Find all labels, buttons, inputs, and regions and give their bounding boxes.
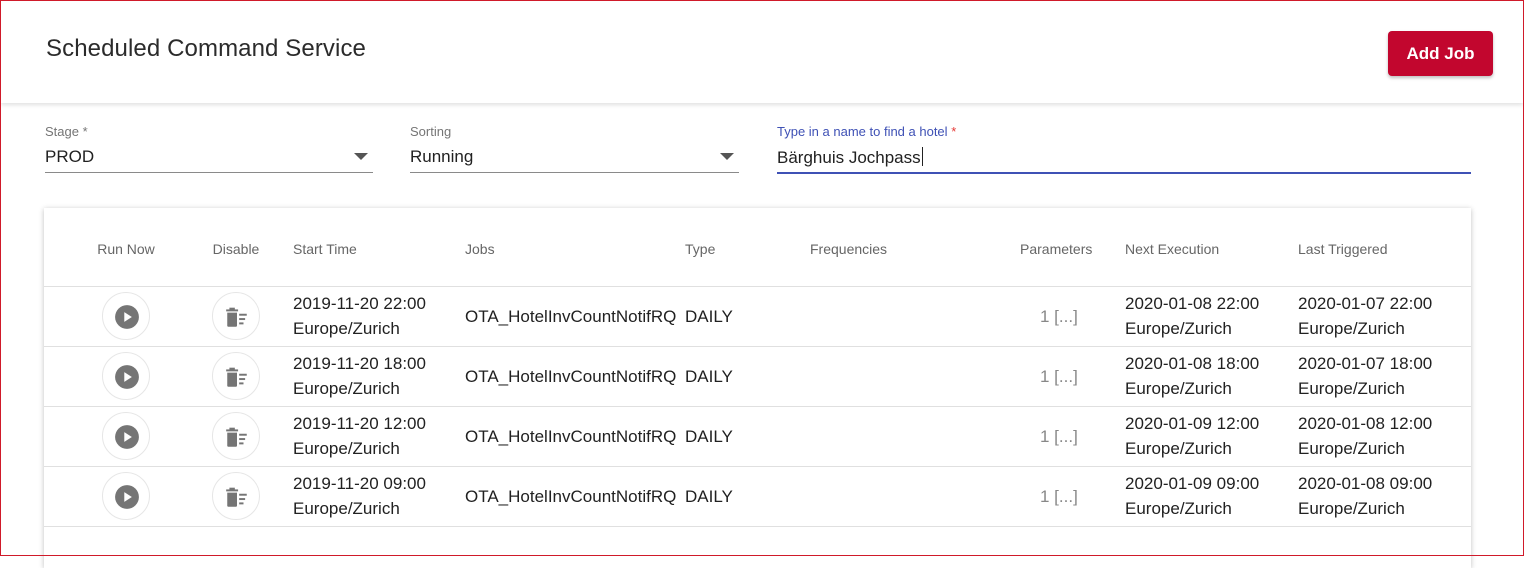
disable-button[interactable] (212, 412, 260, 460)
table-row: 2019-11-20 12:00 Europe/Zurich OTA_Hotel… (44, 406, 1471, 467)
delete-sweep-icon (226, 487, 247, 507)
table-row: 2019-11-20 09:00 Europe/Zurich OTA_Hotel… (44, 466, 1471, 527)
parameters-cell[interactable]: 1 [...] (1040, 364, 1078, 389)
header-last-triggered: Last Triggered (1298, 241, 1388, 257)
next-execution-date: 2020-01-09 12:00 (1125, 414, 1260, 433)
job-type-cell: DAILY (685, 367, 733, 386)
next-execution-cell: 2020-01-08 22:00 Europe/Zurich (1125, 291, 1259, 341)
last-triggered-cell: 2020-01-07 22:00 Europe/Zurich (1298, 291, 1432, 341)
start-time-date: 2019-11-20 22:00 (293, 294, 426, 313)
header-start-time: Start Time (293, 241, 357, 257)
delete-sweep-icon (226, 427, 247, 447)
disable-button[interactable] (212, 292, 260, 340)
jobs-table: Run Now Disable Start Time Jobs Type Fre… (44, 208, 1471, 568)
header-parameters: Parameters (1020, 241, 1093, 257)
last-triggered-date: 2020-01-07 18:00 (1298, 354, 1433, 373)
table-row: 2019-11-20 22:00 Europe/Zurich OTA_Hotel… (44, 286, 1471, 347)
page-title: Scheduled Command Service (46, 35, 366, 62)
hotel-search-input[interactable]: Bärghuis Jochpass (777, 147, 923, 168)
start-time-date: 2019-11-20 18:00 (293, 354, 426, 373)
parameters-cell[interactable]: 1 [...] (1040, 304, 1078, 329)
start-time-date: 2019-11-20 12:00 (293, 414, 426, 433)
header-type: Type (685, 241, 716, 257)
hotel-search-value: Bärghuis Jochpass (777, 148, 921, 167)
hotel-search-underline (777, 172, 1471, 174)
delete-sweep-icon (226, 307, 247, 327)
start-time-zone: Europe/Zurich (293, 319, 400, 338)
required-mark: * (951, 124, 957, 139)
play-circle-icon (115, 425, 139, 449)
hotel-search-label-text: Type in a name to find a hotel (777, 124, 948, 139)
job-type-cell: DAILY (685, 487, 733, 506)
start-time-cell: 2019-11-20 09:00 Europe/Zurich (293, 471, 426, 521)
table-row: 2019-11-20 18:00 Europe/Zurich OTA_Hotel… (44, 346, 1471, 407)
start-time-zone: Europe/Zurich (293, 499, 400, 518)
start-time-cell: 2019-11-20 18:00 Europe/Zurich (293, 351, 426, 401)
next-execution-zone: Europe/Zurich (1125, 499, 1232, 518)
stage-value: PROD (45, 147, 95, 166)
parameters-cell[interactable]: 1 [...] (1040, 424, 1078, 449)
sorting-value: Running (410, 147, 474, 166)
last-triggered-date: 2020-01-08 09:00 (1298, 474, 1433, 493)
start-time-cell: 2019-11-20 12:00 Europe/Zurich (293, 411, 426, 461)
last-triggered-zone: Europe/Zurich (1298, 439, 1405, 458)
next-execution-date: 2020-01-09 09:00 (1125, 474, 1260, 493)
disable-button[interactable] (212, 352, 260, 400)
add-job-button[interactable]: Add Job (1388, 31, 1493, 76)
job-name-cell: OTA_HotelInvCountNotifRQ (465, 367, 677, 386)
job-name-cell: OTA_HotelInvCountNotifRQ (465, 307, 677, 326)
start-time-date: 2019-11-20 09:00 (293, 474, 426, 493)
next-execution-cell: 2020-01-09 12:00 Europe/Zurich (1125, 411, 1259, 461)
table-divider (44, 526, 1471, 527)
hotel-search-label: Type in a name to find a hotel * (777, 124, 956, 139)
play-circle-icon (115, 365, 139, 389)
header-run-now: Run Now (97, 241, 155, 257)
stage-label: Stage * (45, 124, 88, 139)
last-triggered-zone: Europe/Zurich (1298, 319, 1405, 338)
header-jobs: Jobs (465, 241, 495, 257)
run-now-button[interactable] (102, 352, 150, 400)
start-time-zone: Europe/Zurich (293, 379, 400, 398)
next-execution-zone: Europe/Zurich (1125, 319, 1232, 338)
last-triggered-zone: Europe/Zurich (1298, 379, 1405, 398)
next-execution-cell: 2020-01-09 09:00 Europe/Zurich (1125, 471, 1259, 521)
last-triggered-date: 2020-01-07 22:00 (1298, 294, 1433, 313)
next-execution-zone: Europe/Zurich (1125, 439, 1232, 458)
start-time-zone: Europe/Zurich (293, 439, 400, 458)
text-cursor (921, 147, 923, 166)
last-triggered-cell: 2020-01-08 09:00 Europe/Zurich (1298, 471, 1432, 521)
next-execution-date: 2020-01-08 18:00 (1125, 354, 1260, 373)
header-disable: Disable (212, 241, 260, 257)
job-name-cell: OTA_HotelInvCountNotifRQ (465, 487, 677, 506)
run-now-button[interactable] (102, 472, 150, 520)
app-toolbar: Scheduled Command Service Add Job (1, 1, 1523, 103)
job-name-cell: OTA_HotelInvCountNotifRQ (465, 427, 677, 446)
sorting-underline (410, 172, 739, 173)
last-triggered-cell: 2020-01-07 18:00 Europe/Zurich (1298, 351, 1432, 401)
header-next-execution: Next Execution (1125, 241, 1220, 257)
next-execution-date: 2020-01-08 22:00 (1125, 294, 1260, 313)
job-type-cell: DAILY (685, 307, 733, 326)
parameters-cell[interactable]: 1 [...] (1040, 484, 1078, 509)
run-now-button[interactable] (102, 412, 150, 460)
caret-down-icon[interactable] (720, 153, 734, 160)
start-time-cell: 2019-11-20 22:00 Europe/Zurich (293, 291, 426, 341)
last-triggered-cell: 2020-01-08 12:00 Europe/Zurich (1298, 411, 1432, 461)
stage-underline (45, 172, 373, 173)
last-triggered-zone: Europe/Zurich (1298, 499, 1405, 518)
last-triggered-date: 2020-01-08 12:00 (1298, 414, 1433, 433)
play-circle-icon (115, 485, 139, 509)
disable-button[interactable] (212, 472, 260, 520)
header-frequencies: Frequencies (810, 241, 888, 257)
job-type-cell: DAILY (685, 427, 733, 446)
sorting-label: Sorting (410, 124, 452, 139)
run-now-button[interactable] (102, 292, 150, 340)
play-circle-icon (115, 305, 139, 329)
caret-down-icon[interactable] (354, 153, 368, 160)
next-execution-zone: Europe/Zurich (1125, 379, 1232, 398)
next-execution-cell: 2020-01-08 18:00 Europe/Zurich (1125, 351, 1259, 401)
delete-sweep-icon (226, 367, 247, 387)
